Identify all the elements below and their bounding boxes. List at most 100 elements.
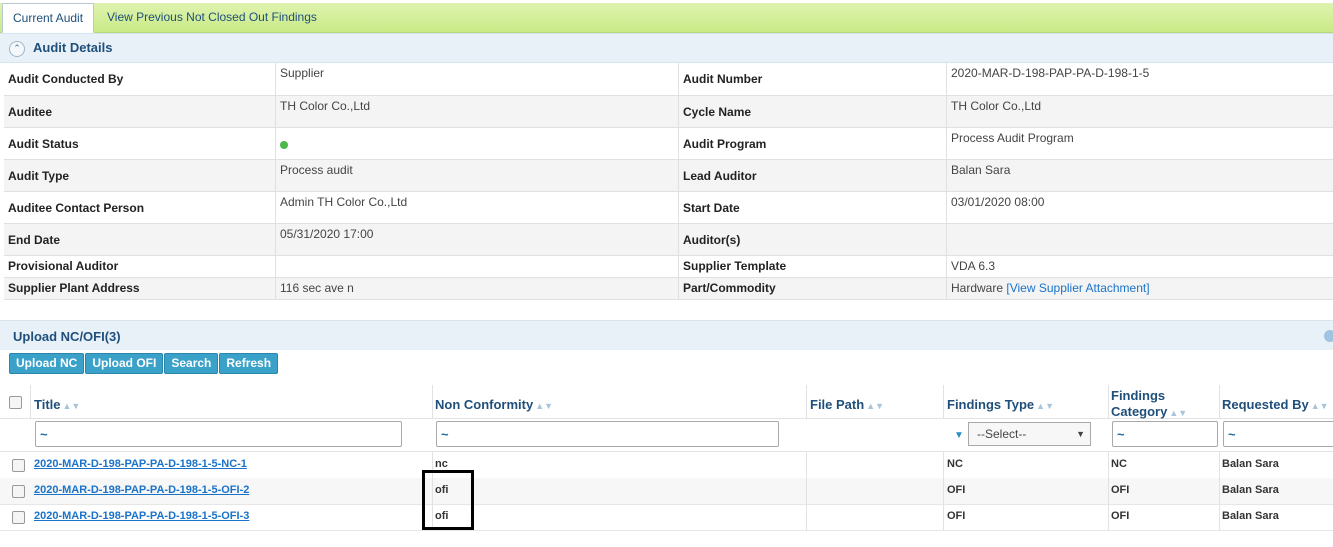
detail-row: Audit Conducted By Supplier Audit Number… — [4, 63, 1333, 96]
findings-type-cell: NC — [947, 458, 963, 470]
column-findings-category[interactable]: Findings Category ▲▼ — [1108, 385, 1220, 419]
select-all-checkbox[interactable] — [9, 396, 22, 409]
status-indicator-icon — [280, 140, 288, 149]
requested-by-cell: Balan Sara — [1222, 510, 1279, 522]
sort-icon[interactable]: ▲▼ — [866, 401, 884, 411]
detail-value: Balan Sara — [946, 159, 1333, 192]
sort-icon[interactable]: ▲▼ — [1311, 401, 1329, 411]
non-conformity-filter-input[interactable]: ~ — [436, 421, 779, 447]
collapse-icon[interactable] — [1324, 330, 1333, 342]
detail-row: Supplier Plant Address 116 sec ave n Par… — [4, 277, 1333, 300]
findings-category-cell: OFI — [1111, 484, 1130, 496]
column-requested-by[interactable]: Requested By ▲▼ — [1219, 385, 1333, 419]
detail-value: 03/01/2020 08:00 — [946, 191, 1333, 224]
chevron-down-icon: ▼ — [1076, 429, 1085, 439]
findings-type-filter-select[interactable]: --Select-- ▼ — [968, 422, 1091, 446]
column-file-path[interactable]: File Path ▲▼ — [806, 385, 944, 419]
detail-value: 05/31/2020 17:00 — [275, 223, 679, 256]
table-row: 2020-MAR-D-198-PAP-PA-D-198-1-5-OFI-3 of… — [0, 504, 1333, 531]
detail-label: End Date — [4, 223, 276, 256]
collapse-icon[interactable]: ⌃ — [9, 41, 25, 57]
row-checkbox[interactable] — [12, 459, 25, 472]
finding-title-link[interactable]: 2020-MAR-D-198-PAP-PA-D-198-1-5-NC-1 — [34, 458, 247, 470]
detail-label: Audit Conducted By — [4, 63, 276, 96]
sort-icon[interactable]: ▲▼ — [1169, 408, 1187, 418]
findings-category-cell: NC — [1111, 458, 1127, 470]
detail-row: Provisional Auditor Supplier Template VD… — [4, 255, 1333, 278]
detail-row: End Date 05/31/2020 17:00 Auditor(s) — [4, 223, 1333, 256]
detail-value: VDA 6.3 — [946, 255, 1333, 278]
upload-nc-ofi-title: Upload NC/OFI(3) — [13, 329, 121, 344]
requested-by-cell: Balan Sara — [1222, 484, 1279, 496]
findings-type-cell: OFI — [947, 510, 966, 522]
column-divider — [943, 452, 944, 530]
findings-category-filter-input[interactable]: ~ — [1112, 421, 1218, 447]
column-non-conformity-label: Non Conformity — [435, 397, 534, 412]
filter-funnel-icon[interactable]: ▼ — [954, 430, 964, 441]
column-title[interactable]: Title ▲▼ — [30, 385, 433, 419]
part-commodity-value: Hardware — [951, 280, 1004, 295]
audit-details-header: ⌃ Audit Details — [0, 33, 1333, 63]
detail-row: Audit Status Audit Program Process Audit… — [4, 127, 1333, 160]
refresh-button[interactable]: Refresh — [219, 353, 279, 374]
row-checkbox[interactable] — [12, 511, 25, 524]
detail-label: Cycle Name — [678, 95, 947, 128]
detail-label: Audit Number — [678, 63, 947, 96]
detail-value: 2020-MAR-D-198-PAP-PA-D-198-1-5 — [946, 63, 1333, 96]
column-findings-type[interactable]: Findings Type ▲▼ — [943, 385, 1109, 419]
detail-value: 116 sec ave n — [275, 277, 679, 300]
column-non-conformity[interactable]: Non Conformity ▲▼ — [432, 385, 807, 419]
detail-row: Auditee TH Color Co.,Ltd Cycle Name TH C… — [4, 95, 1333, 128]
detail-value: TH Color Co.,Ltd — [275, 95, 679, 128]
column-divider — [806, 452, 807, 530]
finding-title-link[interactable]: 2020-MAR-D-198-PAP-PA-D-198-1-5-OFI-2 — [34, 484, 249, 496]
audit-details-table: Audit Conducted By Supplier Audit Number… — [4, 63, 1333, 300]
detail-label: Provisional Auditor — [4, 255, 276, 278]
column-divider — [1219, 452, 1220, 530]
view-supplier-attachment-link[interactable]: [View Supplier Attachment] — [1006, 281, 1149, 295]
findings-category-cell: OFI — [1111, 510, 1130, 522]
detail-label: Supplier Template — [678, 255, 947, 278]
findings-type-cell: OFI — [947, 484, 966, 496]
column-findings-category-label-1: Findings — [1111, 388, 1166, 403]
detail-label: Auditor(s) — [678, 223, 947, 256]
upload-ofi-button[interactable]: Upload OFI — [85, 353, 164, 374]
non-conformity-cell: nc — [435, 458, 448, 470]
column-requested-by-label: Requested By — [1222, 397, 1309, 412]
table-row: 2020-MAR-D-198-PAP-PA-D-198-1-5-NC-1 nc … — [0, 452, 1333, 479]
upload-nc-button[interactable]: Upload NC — [9, 353, 85, 374]
sort-icon[interactable]: ▲▼ — [535, 401, 553, 411]
detail-row: Audit Type Process audit Lead Auditor Ba… — [4, 159, 1333, 192]
sort-icon[interactable]: ▲▼ — [63, 401, 81, 411]
detail-label: Start Date — [678, 191, 947, 224]
sort-icon[interactable]: ▲▼ — [1036, 401, 1054, 411]
detail-label: Auditee — [4, 95, 276, 128]
row-checkbox[interactable] — [12, 485, 25, 498]
filter-row: ~ ~ ▼ --Select-- ▼ ~ ~ — [0, 418, 1333, 452]
highlight-box — [422, 470, 474, 530]
column-divider — [1108, 452, 1109, 530]
requested-by-filter-input[interactable]: ~ — [1223, 421, 1333, 447]
title-filter-input[interactable]: ~ — [35, 421, 402, 447]
detail-value — [275, 127, 679, 160]
action-toolbar: Upload NC Upload OFI Search Refresh — [9, 353, 279, 374]
column-findings-type-label: Findings Type — [947, 397, 1035, 412]
column-file-path-label: File Path — [810, 397, 865, 412]
detail-value: Process audit — [275, 159, 679, 192]
tab-previous-findings[interactable]: View Previous Not Closed Out Findings — [97, 3, 327, 31]
upload-nc-ofi-header: Upload NC/OFI(3) — [0, 320, 1333, 350]
tab-current-audit[interactable]: Current Audit — [2, 3, 95, 33]
select-all-column — [0, 385, 31, 419]
detail-value: TH Color Co.,Ltd — [946, 95, 1333, 128]
finding-title-link[interactable]: 2020-MAR-D-198-PAP-PA-D-198-1-5-OFI-3 — [34, 510, 249, 522]
audit-details-title: Audit Details — [33, 40, 113, 55]
detail-label: Supplier Plant Address — [4, 277, 276, 300]
requested-by-cell: Balan Sara — [1222, 458, 1279, 470]
table-row: 2020-MAR-D-198-PAP-PA-D-198-1-5-OFI-2 of… — [0, 478, 1333, 505]
detail-value — [275, 255, 679, 278]
detail-value: Process Audit Program — [946, 127, 1333, 160]
detail-label: Auditee Contact Person — [4, 191, 276, 224]
search-button[interactable]: Search — [164, 353, 219, 374]
detail-label: Audit Status — [4, 127, 276, 160]
column-title-label: Title — [34, 397, 61, 412]
